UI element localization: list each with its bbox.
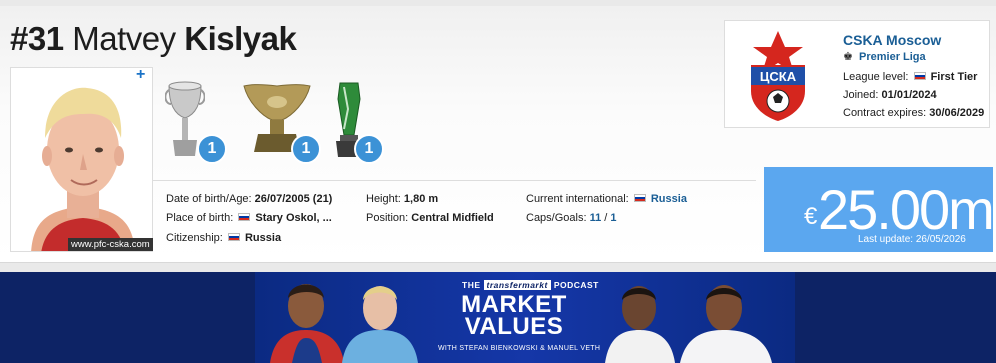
- player-image-right-1: [605, 286, 675, 363]
- cska-crest-icon[interactable]: ЦСКА: [747, 29, 809, 126]
- birthplace-row: Place of birth: Stary Oskol, ...: [166, 212, 332, 224]
- joined-row: Joined: 01/01/2024: [843, 89, 937, 101]
- last-update: Last update: 26/05/2026: [858, 234, 966, 245]
- citizenship-row: Citizenship: Russia: [166, 232, 282, 244]
- podcast-label: THE transfermarkt PODCAST: [462, 280, 599, 290]
- currency-symbol: €: [804, 203, 818, 230]
- shirt-number: #31: [10, 20, 64, 57]
- caps-link[interactable]: 11: [590, 212, 602, 224]
- russia-flag-icon: [227, 233, 240, 241]
- club-info-box: ЦСКА CSKA Moscow ♚ Premier Liga League l…: [724, 20, 990, 128]
- contract-row: Contract expires: 30/06/2029: [843, 107, 985, 119]
- trophy-count-badge[interactable]: 1: [291, 134, 321, 164]
- league-level-row: League level: First Tier: [843, 71, 978, 83]
- position-row: Position: Central Midfield: [366, 212, 494, 224]
- player-portrait: [11, 68, 152, 251]
- svg-text:ЦСКА: ЦСКА: [760, 69, 797, 84]
- expand-plus-icon[interactable]: +: [136, 66, 145, 84]
- russia-flag-icon: [633, 194, 646, 202]
- player-photo[interactable]: [10, 67, 153, 252]
- height-row: Height: 1,80 m: [366, 193, 439, 205]
- player-image-left-2: [342, 286, 418, 363]
- dob-row: Date of birth/Age: 26/07/2005 (21): [166, 193, 333, 205]
- market-value: 25.00m: [818, 178, 995, 241]
- caps-goals-row: Caps/Goals: 11 / 1: [526, 212, 617, 224]
- last-name: Kislyak: [184, 20, 297, 57]
- photo-credit: www.pfc-cska.com: [68, 238, 153, 251]
- international-row: Current international: Russia: [526, 193, 687, 205]
- club-name-link[interactable]: CSKA Moscow: [843, 32, 941, 48]
- transfermarkt-logo: transfermarkt: [483, 280, 551, 290]
- trophy-count-badge[interactable]: 1: [354, 134, 384, 164]
- national-team-link[interactable]: Russia: [651, 193, 687, 205]
- russia-flag-icon: [913, 72, 926, 80]
- russia-flag-icon: [238, 213, 251, 221]
- banner-title: MARKET VALUES: [461, 291, 567, 340]
- divider: [153, 180, 756, 181]
- league-logo-icon: ♚: [843, 51, 853, 63]
- player-image-left-1: [270, 284, 344, 363]
- banner-subtitle: WITH STEFAN BIENKOWSKI & MANUEL VETH: [438, 345, 601, 352]
- page-title: #31 Matvey Kislyak: [10, 20, 297, 58]
- market-value-box[interactable]: € 25.00m Last update: 26/05/2026: [764, 167, 995, 252]
- goals-link[interactable]: 1: [610, 212, 616, 224]
- player-image-right-2: [680, 285, 772, 363]
- trophy-count-badge[interactable]: 1: [197, 134, 227, 164]
- league-name-link[interactable]: Premier Liga: [859, 51, 926, 63]
- first-name: Matvey: [72, 20, 176, 57]
- podcast-banner[interactable]: THE transfermarkt PODCAST MARKET VALUES WI…: [0, 272, 996, 363]
